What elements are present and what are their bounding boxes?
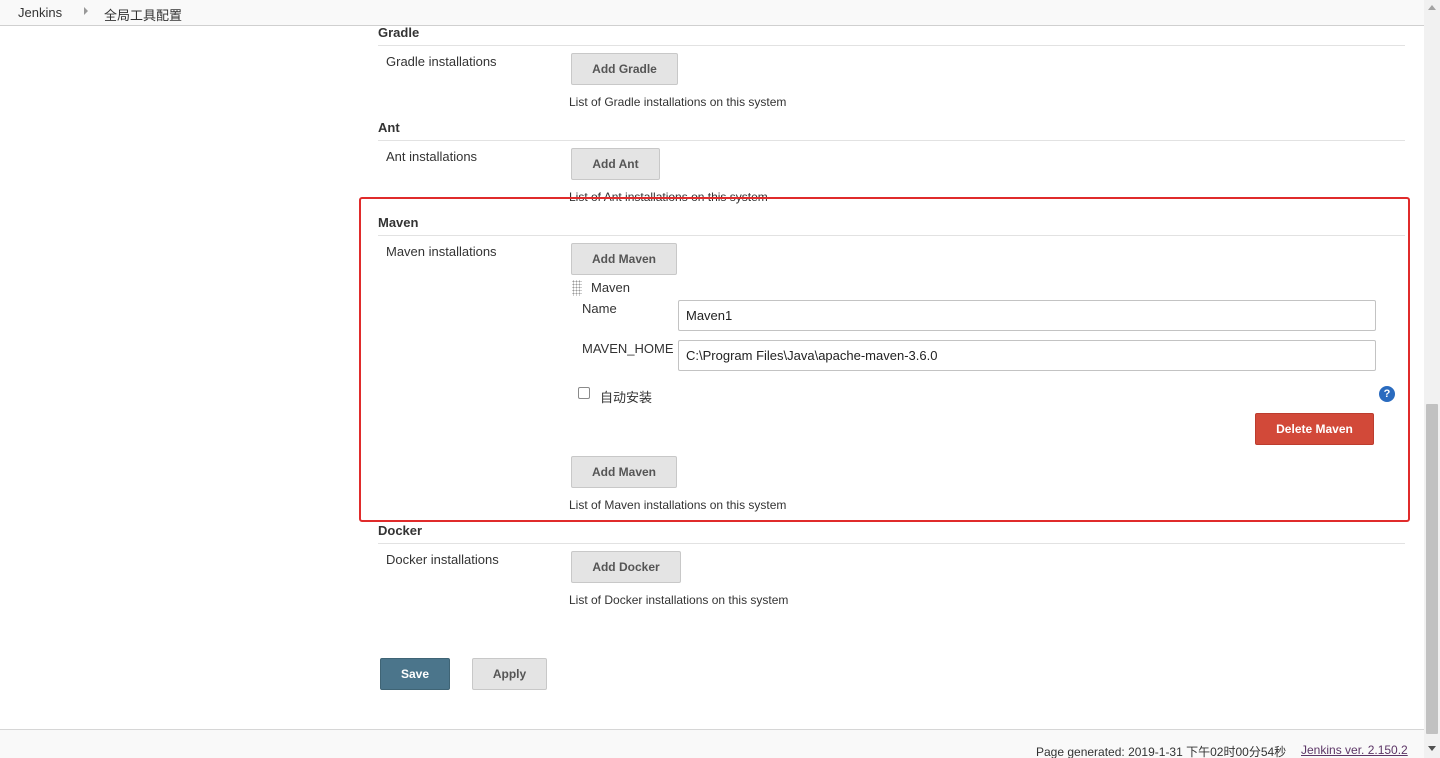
breadcrumb-jenkins[interactable]: Jenkins [18, 5, 62, 20]
add-maven-button-top[interactable]: Add Maven [571, 243, 677, 275]
maven-name-input[interactable] [678, 300, 1376, 331]
scroll-up-icon[interactable] [1428, 5, 1436, 10]
add-gradle-button[interactable]: Add Gradle [571, 53, 678, 85]
vertical-scrollbar[interactable] [1424, 0, 1440, 758]
maven-section-title: Maven [378, 215, 419, 230]
maven-installations-label: Maven installations [386, 244, 497, 259]
auto-install-checkbox[interactable] [578, 387, 590, 399]
scroll-thumb[interactable] [1426, 404, 1438, 734]
chevron-right-icon [84, 7, 88, 15]
add-docker-button[interactable]: Add Docker [571, 551, 681, 583]
breadcrumb-global-tool-config[interactable]: 全局工具配置 [104, 5, 182, 24]
maven-home-label: MAVEN_HOME [582, 341, 674, 356]
docker-divider [378, 543, 1405, 544]
help-icon[interactable]: ? [1379, 386, 1395, 402]
page-generated-text: Page generated: 2019-1-31 下午02时00分54秒 [1036, 745, 1287, 758]
ant-section-title: Ant [378, 120, 400, 135]
docker-hint: List of Docker installations on this sys… [569, 593, 789, 607]
docker-section-title: Docker [378, 523, 423, 538]
apply-button[interactable]: Apply [472, 658, 547, 690]
scroll-down-icon[interactable] [1428, 746, 1436, 751]
drag-handle-icon[interactable] [572, 280, 582, 296]
save-button[interactable]: Save [380, 658, 450, 690]
docker-installations-label: Docker installations [386, 552, 499, 567]
gradle-installations-label: Gradle installations [386, 54, 497, 69]
ant-installations-label: Ant installations [386, 149, 478, 164]
breadcrumb-bar: Jenkins 全局工具配置 [0, 0, 1424, 26]
maven-divider [378, 235, 1405, 236]
ant-hint: List of Ant installations on this system [569, 190, 768, 204]
maven-home-input[interactable] [678, 340, 1376, 371]
auto-install-label: 自动安装 [600, 390, 653, 405]
maven-name-label: Name [582, 301, 617, 316]
footer: Page generated: 2019-1-31 下午02时00分54秒 Je… [0, 729, 1424, 758]
add-maven-button-bottom[interactable]: Add Maven [571, 456, 677, 488]
maven-hint: List of Maven installations on this syst… [569, 498, 787, 512]
add-ant-button[interactable]: Add Ant [571, 148, 660, 180]
gradle-section-title: Gradle [378, 25, 420, 40]
gradle-hint: List of Gradle installations on this sys… [569, 95, 787, 109]
ant-divider [378, 140, 1405, 141]
gradle-divider [378, 45, 1405, 46]
maven-installation-heading: Maven [591, 280, 631, 295]
jenkins-version-link[interactable]: Jenkins ver. 2.150.2 [1301, 743, 1408, 757]
delete-maven-button[interactable]: Delete Maven [1255, 413, 1374, 445]
